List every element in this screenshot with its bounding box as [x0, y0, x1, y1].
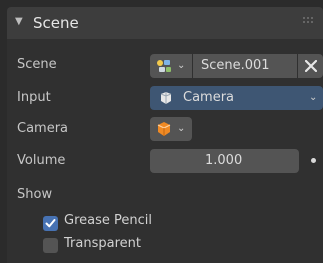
input-dropdown[interactable]: Camera ⌄ — [150, 86, 323, 110]
object-cube-icon — [157, 122, 171, 136]
scene-label: Scene — [17, 57, 57, 72]
transparent-label[interactable]: Transparent — [64, 236, 141, 251]
keyframe-dot-icon[interactable] — [311, 158, 316, 163]
scene-name-value: Scene.001 — [201, 58, 270, 73]
camera-label: Camera — [17, 121, 69, 136]
volume-value: 1.000 — [205, 153, 243, 168]
grease-pencil-checkbox[interactable] — [43, 216, 58, 231]
chevron-down-icon: ⌄ — [177, 123, 186, 134]
show-label: Show — [17, 187, 53, 202]
scene-browse-button[interactable]: ⌄ — [150, 54, 192, 78]
camera-browse-button[interactable]: ⌄ — [150, 117, 192, 141]
scene-name-field[interactable]: Scene.001 — [193, 54, 297, 78]
transparent-checkbox[interactable] — [43, 238, 58, 253]
grease-pencil-label[interactable]: Grease Pencil — [64, 213, 152, 228]
scene-unlink-button[interactable] — [298, 54, 323, 78]
camera-object-icon — [160, 92, 172, 104]
triangle-down-icon[interactable]: ▼ — [15, 16, 23, 27]
close-icon — [305, 60, 317, 72]
chevron-down-icon: ⌄ — [309, 92, 318, 103]
input-label: Input — [17, 90, 51, 105]
panel-header[interactable]: ▼ Scene — [7, 7, 323, 39]
volume-slider[interactable]: 1.000 — [150, 149, 299, 173]
volume-label: Volume — [17, 153, 66, 168]
input-value: Camera — [183, 90, 235, 105]
scene-panel: ▼ Scene Scene ⌄ Scene.001 Input Camera ⌄… — [0, 0, 323, 263]
panel-title: Scene — [33, 14, 79, 32]
checkmark-icon — [45, 219, 56, 228]
drag-handle-icon[interactable] — [303, 17, 315, 29]
chevron-down-icon: ⌄ — [177, 60, 186, 71]
scene-icon — [157, 60, 171, 72]
